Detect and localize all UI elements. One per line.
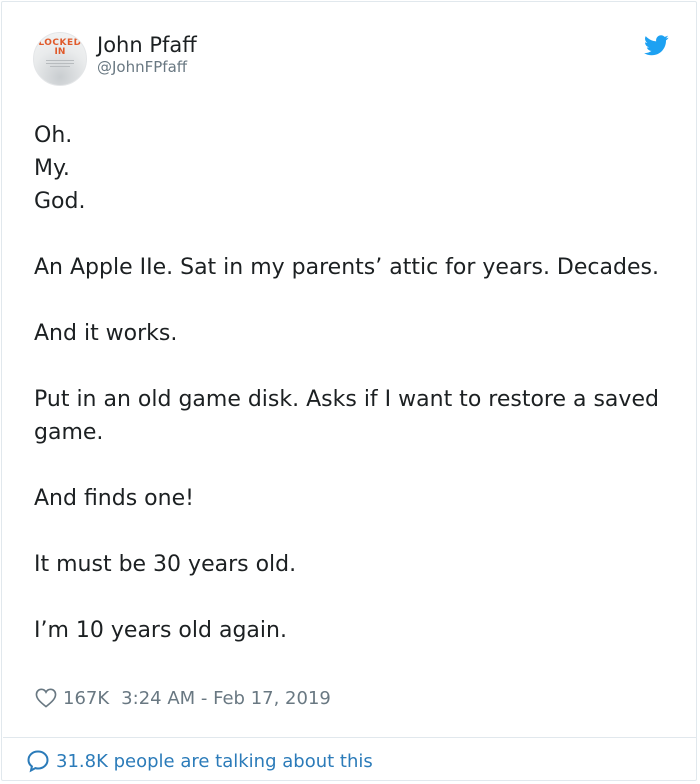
- talking-about-text[interactable]: 31.8K people are talking about this: [56, 751, 373, 772]
- tweet-paragraph: Oh. My. God.: [34, 123, 86, 214]
- tweet-paragraph: It must be 30 years old.: [34, 552, 297, 577]
- tweet-card: LOCKED IN John Pfaff @JohnFPfaff Oh. My.…: [1, 1, 697, 781]
- tweet-paragraph: And finds one!: [34, 486, 194, 511]
- heart-icon[interactable]: [35, 688, 57, 708]
- avatar-fine-print-line: [50, 66, 70, 67]
- avatar-title-line2: IN: [54, 47, 66, 57]
- twitter-bird-icon[interactable]: [644, 35, 669, 56]
- tweet-meta: 167K 3:24 AM - Feb 17, 2019: [35, 685, 331, 711]
- conversation-link[interactable]: 31.8K people are talking about this: [26, 747, 373, 775]
- author-handle[interactable]: @JohnFPfaff: [97, 58, 187, 76]
- tweet-paragraph: An Apple IIe. Sat in my parents’ attic f…: [34, 255, 659, 280]
- tweet-text: Oh. My. God. An Apple IIe. Sat in my par…: [34, 119, 674, 647]
- divider: [3, 737, 697, 738]
- tweet-paragraph: And it works.: [34, 321, 178, 346]
- like-count[interactable]: 167K: [63, 688, 109, 709]
- author-name[interactable]: John Pfaff: [97, 32, 197, 58]
- avatar-fine-print-line: [46, 63, 74, 64]
- avatar-fine-print-line: [46, 60, 74, 61]
- speech-bubble-icon: [27, 750, 49, 773]
- avatar[interactable]: LOCKED IN: [33, 32, 87, 86]
- tweet-paragraph: Put in an old game disk. Asks if I want …: [34, 387, 666, 445]
- tweet-paragraph: I’m 10 years old again.: [34, 618, 287, 643]
- timestamp[interactable]: 3:24 AM - Feb 17, 2019: [121, 688, 331, 709]
